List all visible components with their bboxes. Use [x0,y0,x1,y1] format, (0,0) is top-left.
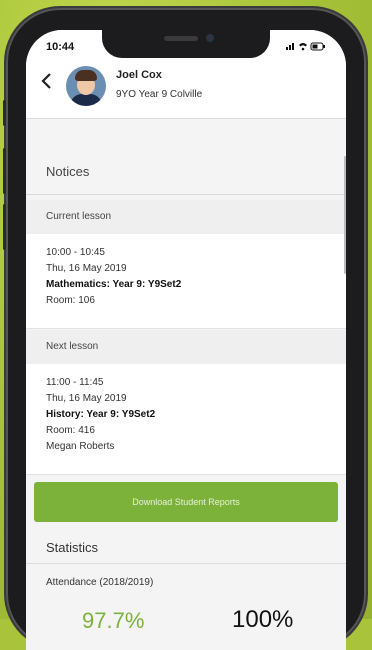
next-lesson-label: Next lesson [46,341,99,352]
lesson-time: 10:00 - 10:45 [46,247,105,258]
notices-title: Notices [46,164,90,179]
download-reports-button[interactable]: Download Student Reports [34,482,338,522]
mute-switch [3,100,6,126]
chevron-left-icon[interactable] [40,72,52,94]
lesson-time: 11:00 - 11:45 [46,377,104,388]
status-icons [286,41,326,53]
lesson-subject: Mathematics: Year 9: Y9Set2 [46,279,182,290]
lesson-room: Room: 416 [46,425,95,436]
scrollbar[interactable] [344,156,346,274]
student-name: Joel Cox [116,69,162,81]
volume-down-button [3,204,6,250]
lesson-date: Thu, 16 May 2019 [46,393,127,404]
app-screen: 10:44 Joel Cox 9YO Year 9 Colville Notic… [26,30,346,650]
attendance-target-value: 100% [232,606,294,633]
avatar [66,66,106,106]
speaker [164,36,198,41]
divider [26,563,346,564]
lesson-teacher: Megan Roberts [46,441,115,452]
lesson-subject: History: Year 9: Y9Set2 [46,409,156,420]
student-header: Joel Cox 9YO Year 9 Colville [26,60,346,119]
attendance-value: 97.7% [82,608,145,633]
notch [102,30,270,58]
current-lesson-card[interactable]: 10:00 - 10:45 Thu, 16 May 2019 Mathemati… [26,234,346,329]
current-lesson-label: Current lesson [46,211,112,222]
volume-up-button [3,148,6,194]
statistics-title: Statistics [46,540,99,555]
current-lesson-header: Current lesson [26,200,346,235]
front-camera [206,34,214,42]
student-meta: 9YO Year 9 Colville [116,89,203,100]
next-lesson-header: Next lesson [26,330,346,365]
lesson-room: Room: 106 [46,295,95,306]
attendance-label: Attendance (2018/2019) [46,577,154,588]
next-lesson-card[interactable]: 11:00 - 11:45 Thu, 16 May 2019 History: … [26,364,346,475]
lesson-date: Thu, 16 May 2019 [46,263,127,274]
notices-section[interactable]: Notices [26,150,346,195]
signal-wifi-battery-icon [286,42,325,51]
status-time: 10:44 [46,41,75,53]
